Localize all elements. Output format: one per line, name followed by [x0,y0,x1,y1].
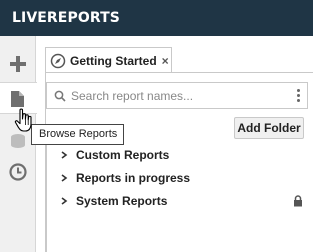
plus-icon [10,56,26,72]
tab-getting-started[interactable]: Getting Started × [45,47,172,73]
tree-item-label: Custom Reports [76,148,170,162]
document-icon [11,91,24,107]
chevron-right-icon [61,197,68,205]
tree-item-label: Reports in progress [76,171,191,185]
app-title: LIVEREPORTS [12,10,120,26]
tooltip: Browse Reports [31,124,124,145]
app-header: LIVEREPORTS [0,0,313,36]
add-folder-button[interactable]: Add Folder [234,117,304,139]
chevron-right-icon [61,174,68,182]
hand-pointer-cursor-icon [14,108,32,132]
search-box [46,82,308,109]
new-report-button[interactable] [0,48,36,80]
recent-button[interactable] [0,156,36,188]
search-icon [54,90,66,102]
tree-item-label: System Reports [76,194,168,208]
compass-icon [50,53,66,68]
more-options-icon[interactable] [297,89,300,103]
lock-icon [294,195,302,207]
tree-item-system-reports[interactable]: System Reports [60,191,305,211]
tree-item-custom-reports[interactable]: Custom Reports [60,145,305,165]
clock-icon [9,163,27,181]
chevron-right-icon [61,151,68,159]
tree-item-reports-in-progress[interactable]: Reports in progress [60,168,305,188]
tab-close-icon[interactable]: × [162,54,169,68]
search-input[interactable] [71,86,291,105]
report-tree: Custom Reports Reports in progress Syste… [46,143,308,252]
database-icon [11,134,25,148]
tooltip-text: Browse Reports [39,128,118,140]
tab-label: Getting Started [70,53,157,68]
